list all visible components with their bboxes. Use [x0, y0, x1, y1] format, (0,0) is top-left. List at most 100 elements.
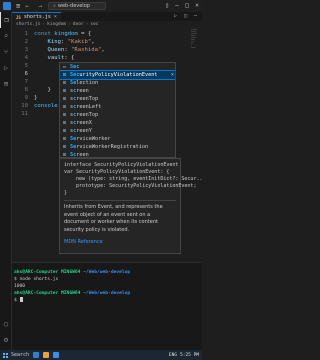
suggestion-item[interactable]: ⊡ screenY	[60, 127, 175, 135]
breadcrumb-separator: ›	[85, 22, 89, 27]
command-center-search[interactable]: ⌕ web-develop	[48, 2, 107, 10]
close-details-icon[interactable]: ×	[171, 72, 174, 78]
breadcrumb-symbol[interactable]: kingdom	[47, 22, 66, 27]
variable-icon: ⊡	[62, 72, 66, 78]
line-number: 11	[21, 111, 28, 117]
system-tray: ENG 5:25 PM	[169, 353, 202, 358]
editor-tabs: JS shorts.js × ▷ ◫ ⋯	[12, 12, 202, 21]
suggestion-item[interactable]: ▭ Sec	[60, 63, 175, 71]
code-line[interactable]: 2 King: "Kakib",	[12, 38, 202, 46]
minimap[interactable]	[191, 28, 201, 88]
code-text: vault: {	[34, 55, 75, 61]
code-text: Queen: "Rashida",	[34, 47, 105, 53]
variable-icon: ⊡	[62, 112, 66, 118]
search-icon[interactable]: ⌕	[0, 28, 12, 44]
explorer-icon[interactable]: ❐	[0, 12, 12, 28]
suggestion-item[interactable]: ⊡ screenLeft	[60, 103, 175, 111]
suggestion-item[interactable]: ⊡ screenTop	[60, 111, 175, 119]
suggestion-item[interactable]: ⊡ Selection	[60, 79, 175, 87]
nav-arrows[interactable]: ← →	[25, 3, 45, 10]
code-text: }	[34, 95, 38, 101]
suggestion-label: screenY	[70, 128, 92, 134]
terminal-line: 1000	[14, 284, 26, 289]
variable-icon: ⊡	[62, 120, 66, 126]
suggestion-label: screenTop	[70, 96, 99, 102]
suggestion-item[interactable]: ⊡ screenX	[60, 119, 175, 127]
suggestion-label: Selection	[70, 80, 99, 86]
terminal-panel[interactable]: ahs@ARC-Computer MINGW64 ~/Web/web-devel…	[12, 262, 202, 350]
breadcrumb-symbol[interactable]: door	[73, 22, 84, 27]
hamburger-icon[interactable]: ≡	[16, 0, 20, 12]
breadcrumb-file[interactable]: shorts.js	[16, 22, 40, 27]
variable-icon: ⊡	[62, 152, 66, 158]
javascript-file-icon: JS	[16, 14, 21, 20]
code-editor[interactable]: 1 const kingdom = {2 King: "Kakib", 3 Quee…	[12, 28, 202, 260]
taskbar-apps	[29, 352, 60, 358]
mdn-reference-link[interactable]: MDN Reference	[64, 239, 176, 245]
vscode-logo-icon	[3, 2, 11, 10]
folder-icon[interactable]	[43, 352, 50, 358]
vscode-icon[interactable]	[33, 352, 40, 358]
signature-line: interface SecurityPolicyViolationEvent	[64, 162, 179, 168]
suggestion-label: ServiceWorker	[70, 136, 111, 142]
variable-icon: ⊡	[62, 80, 66, 86]
signature-line: prototype: SecurityPolicyViolationEvent;	[64, 183, 197, 189]
editor-actions[interactable]: ▷ ◫ ⋯	[174, 12, 202, 21]
suggestion-details: interface SecurityPolicyViolationEvent v…	[59, 158, 202, 254]
breadcrumb: shorts.js › kingdom › door › sec	[12, 21, 202, 28]
suggestion-list: ▭ Sec ⊡ SecurityPolicyViolationEvent ⊡ Select…	[59, 62, 176, 158]
suggestion-item[interactable]: ⊡ ServiceWorker	[60, 135, 175, 143]
windows-start-icon[interactable]	[3, 352, 8, 358]
variable-icon: ⊡	[62, 96, 66, 102]
line-number: 6	[24, 71, 28, 77]
breadcrumb-separator: ›	[68, 22, 71, 27]
run-debug-icon[interactable]: ▷	[0, 60, 12, 76]
suggestion-item[interactable]: ⊡ SecurityPolicyViolationEvent	[60, 70, 175, 80]
variable-icon: ⊡	[62, 88, 66, 94]
suggestion-label: screenX	[70, 120, 92, 126]
code-line[interactable]: 4 vault: {	[12, 54, 202, 62]
suggestion-label: screenTop	[70, 112, 99, 118]
suggestion-item[interactable]: ⊡ screen	[60, 87, 175, 95]
tray-time[interactable]: 5:25 PM	[180, 353, 199, 358]
layout-icon[interactable]: ▯	[162, 0, 172, 12]
variable-icon: ⊡	[62, 144, 66, 150]
suggestion-item[interactable]: ⊡ ServiceWorkerRegistration	[60, 143, 175, 151]
suggestion-label: screenLeft	[70, 104, 102, 110]
settings-gear-icon[interactable]: ⚙	[0, 332, 12, 348]
code-line[interactable]: 3 Queen: "Rashida",	[12, 46, 202, 54]
source-control-icon[interactable]: ⑂	[0, 44, 12, 60]
suggestion-item[interactable]: ⊡ screenTop	[60, 95, 175, 103]
extensions-icon[interactable]: ⊞	[0, 76, 12, 92]
line-number: 3	[24, 47, 28, 53]
code-text: King: "Kakib",	[34, 39, 95, 45]
code-text: const kingdom = {	[34, 31, 92, 37]
taskbar-search[interactable]: Search	[11, 352, 29, 358]
activity-bar: ❐ ⌕ ⑂ ▷ ⊞ ◯ ⚙	[0, 12, 12, 350]
tray-language[interactable]: ENG	[169, 353, 177, 358]
activity-bar-bottom: ◯ ⚙	[0, 316, 12, 348]
line-number: 5	[24, 63, 28, 69]
terminal-line: ahs@ARC-Computer MINGW64 ~/Web/web-devel…	[14, 270, 131, 275]
variable-icon: ⊡	[62, 128, 66, 134]
line-number: 2	[24, 39, 28, 45]
variable-icon: ⊡	[62, 136, 66, 142]
windows-taskbar: Search ENG 5:25 PM	[0, 350, 202, 360]
close-tab-icon[interactable]: ×	[54, 14, 57, 20]
line-number: 7	[24, 79, 28, 85]
terminal-line: $ node shorts.js	[14, 277, 59, 282]
suggestion-item[interactable]: ⊡ Screen	[60, 151, 175, 158]
terminal-line: ahs@ARC-Computer MINGW64 ~/Web/web-devel…	[14, 291, 131, 296]
maximize-icon[interactable]: □	[182, 0, 192, 12]
minimize-icon[interactable]: –	[172, 0, 182, 12]
account-icon[interactable]: ◯	[0, 316, 12, 332]
code-line[interactable]: 1 const kingdom = {	[12, 30, 202, 38]
search-icon: ⌕	[53, 3, 56, 9]
line-number: 4	[24, 55, 28, 61]
close-window-icon[interactable]: ×	[192, 0, 202, 12]
edge-icon[interactable]	[53, 352, 60, 358]
docs-divider	[64, 200, 176, 201]
tab-shorts-js[interactable]: JS shorts.js ×	[12, 12, 61, 21]
window-controls: ▯ – □ ×	[162, 0, 202, 12]
breadcrumb-symbol[interactable]: sec	[90, 22, 98, 27]
